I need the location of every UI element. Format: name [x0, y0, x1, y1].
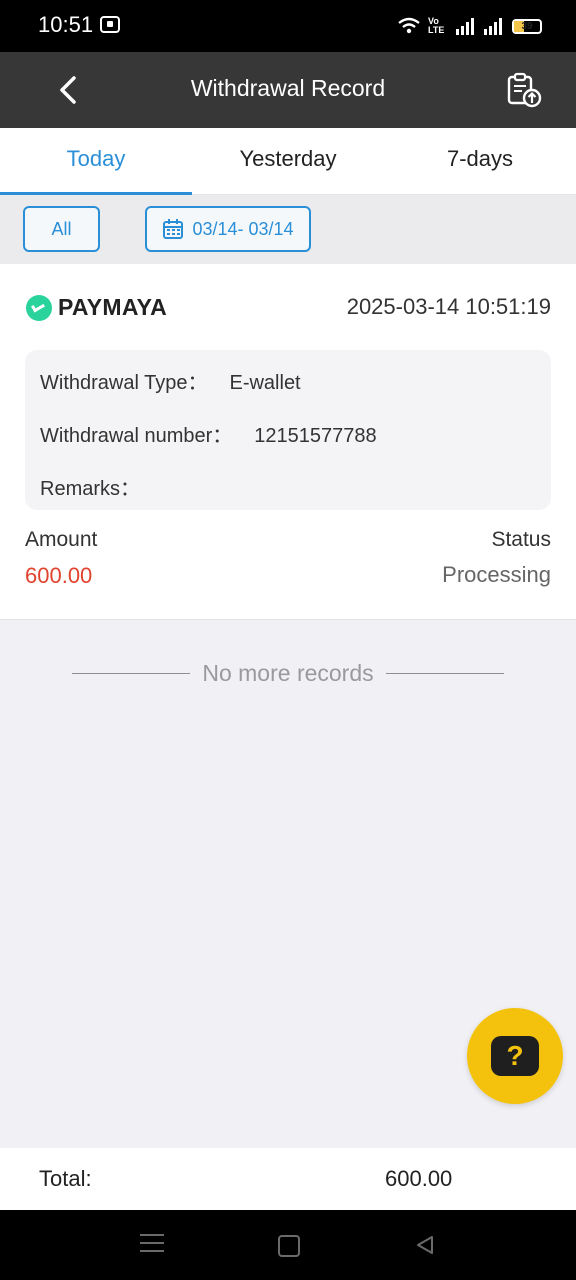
triangle-back-icon — [417, 1236, 433, 1254]
record-datetime: 2025-03-14 10:51:19 — [346, 294, 551, 319]
battery-level: 39 — [521, 20, 533, 32]
system-back-button[interactable] — [414, 1234, 438, 1256]
battery-icon: 39 — [512, 18, 542, 34]
status-bar: 10:51 Vo LTE 39 — [0, 0, 576, 52]
status-value: Processing — [442, 562, 551, 587]
remarks-row: Remarks： — [40, 472, 162, 501]
page-title: Withdrawal Record — [190, 75, 386, 101]
date-range-button[interactable]: 03/14- 03/14 — [145, 206, 311, 252]
recent-apps-button[interactable] — [140, 1234, 164, 1256]
paymaya-logo-icon — [26, 294, 52, 321]
status-time: 10:51 — [38, 12, 94, 37]
type-filter-button[interactable]: All — [23, 206, 100, 252]
withdrawal-number-label: Withdrawal number： — [40, 425, 233, 447]
system-nav-bar — [0, 1210, 576, 1280]
help-button[interactable]: ? — [467, 1008, 563, 1104]
date-range-label: 03/14- 03/14 — [192, 218, 294, 239]
tab-yesterday[interactable]: Yesterday — [192, 128, 384, 194]
no-more-records-text: No more records — [202, 660, 374, 686]
total-label: Total: — [39, 1166, 92, 1191]
withdrawal-number-row: Withdrawal number： 12151577788 — [40, 419, 377, 448]
withdrawal-type-value: E-wallet — [229, 372, 301, 394]
screen-record-icon — [100, 16, 120, 33]
remarks-label: Remarks： — [40, 478, 141, 500]
volte-indicator: Vo LTE — [428, 16, 445, 35]
home-button[interactable] — [278, 1235, 300, 1257]
date-tabs: Today Yesterday 7-days — [0, 128, 576, 195]
calendar-icon — [163, 219, 184, 239]
withdrawal-type-label: Withdrawal Type： — [40, 372, 208, 394]
app-header: Withdrawal Record — [0, 52, 576, 128]
payment-brand: PAYMAYA — [26, 294, 167, 321]
export-record-button[interactable] — [502, 68, 546, 112]
wifi-icon — [398, 17, 420, 34]
filter-bar: All 03/14- 03/14 — [0, 195, 576, 264]
amount-value: 600.00 — [25, 563, 93, 588]
list-end-indicator: No more records — [0, 660, 576, 687]
withdrawal-number-value: 12151577788 — [254, 425, 377, 447]
record-details: Withdrawal Type： E-wallet Withdrawal numb… — [25, 350, 551, 510]
tab-7-days[interactable]: 7-days — [384, 128, 576, 194]
help-icon: ? — [491, 1036, 539, 1076]
divider-right — [385, 673, 504, 674]
signal-icon-2 — [484, 18, 502, 35]
amount-label: Amount — [25, 528, 98, 551]
signal-icon — [456, 18, 474, 35]
status-icons: Vo LTE 39 — [398, 14, 542, 38]
tab-today[interactable]: Today — [0, 128, 192, 195]
status-label: Status — [491, 528, 551, 551]
withdrawal-record-card[interactable]: PAYMAYA 2025-03-14 10:51:19 Withdrawal T… — [0, 264, 576, 620]
clipboard-upload-icon — [507, 72, 542, 108]
total-value: 600.00 — [385, 1166, 453, 1191]
withdrawal-type-row: Withdrawal Type： E-wallet — [40, 366, 301, 395]
divider-left — [72, 673, 191, 674]
total-bar: Total: 600.00 — [0, 1148, 576, 1210]
brand-name: PAYMAYA — [58, 294, 168, 320]
